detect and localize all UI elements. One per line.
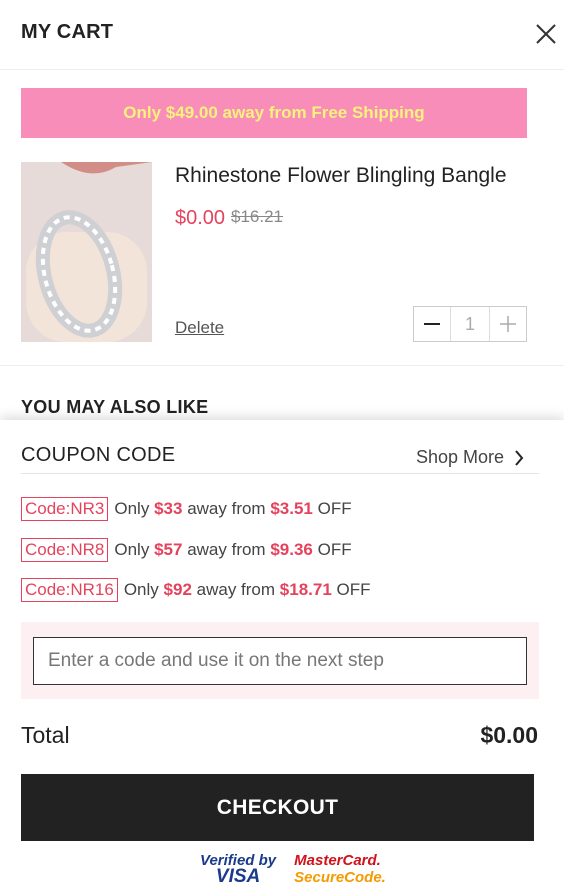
coupon-code-input[interactable] — [33, 637, 527, 685]
coupon-code[interactable]: Code:NR16 — [21, 578, 118, 602]
coupon-row: Code:NR8 Only $57 away from $9.36 OFF — [21, 538, 352, 562]
coupon-title: COUPON CODE — [21, 444, 176, 466]
coupon-amount: $92 — [163, 580, 192, 599]
free-shipping-text: Only $49.00 away from Free Shipping — [123, 103, 425, 122]
divider — [21, 473, 539, 474]
total-label: Total — [21, 722, 70, 748]
product-image[interactable] — [21, 162, 152, 342]
increase-button[interactable] — [490, 307, 526, 341]
shop-more-label: Shop More — [416, 447, 505, 467]
minus-icon — [424, 323, 440, 325]
coupon-discount: $9.36 — [270, 540, 313, 559]
coupon-text: OFF — [336, 580, 371, 599]
coupon-discount: $18.71 — [279, 580, 332, 599]
free-shipping-banner: Only $49.00 away from Free Shipping — [21, 88, 527, 138]
cart-title: MY CART — [21, 21, 114, 43]
coupon-text: OFF — [317, 540, 352, 559]
coupon-row: Code:NR16 Only $92 away from $18.71 OFF — [21, 578, 371, 602]
plus-icon — [500, 316, 516, 332]
sale-price: $0.00 — [175, 207, 226, 229]
coupon-discount: $3.51 — [270, 499, 313, 518]
coupon-text: Only — [123, 580, 159, 599]
quantity-value[interactable]: 1 — [450, 307, 490, 341]
quantity-stepper: 1 — [413, 306, 527, 342]
payment-badges: Verified by VISA MasterCard. SecureCode. — [200, 853, 386, 886]
cart-header: MY CART — [0, 0, 564, 70]
coupon-text: Only — [114, 499, 150, 518]
coupon-text: Only — [114, 540, 150, 559]
coupon-code[interactable]: Code:NR3 — [21, 497, 109, 521]
mc-line2: SecureCode. — [294, 869, 386, 886]
mastercard-securecode-logo: MasterCard. SecureCode. — [294, 853, 386, 885]
shop-more-link[interactable]: Shop More — [416, 447, 524, 468]
coupon-row: Code:NR3 Only $33 away from $3.51 OFF — [21, 497, 352, 521]
checkout-button[interactable]: CHECKOUT — [21, 774, 534, 841]
close-button[interactable] — [532, 20, 560, 48]
coupon-text: away from — [196, 580, 276, 599]
coupon-code[interactable]: Code:NR8 — [21, 538, 109, 562]
product-name[interactable]: Rhinestone Flower Blingling Bangle — [175, 164, 507, 188]
close-icon[interactable] — [532, 20, 560, 48]
coupon-text: OFF — [317, 499, 352, 518]
coupon-input-area — [21, 622, 539, 699]
chevron-right-icon — [515, 449, 524, 466]
coupon-amount: $57 — [154, 540, 183, 559]
decrease-button[interactable] — [414, 307, 450, 341]
total-value: $0.00 — [480, 722, 538, 748]
divider — [0, 365, 564, 366]
coupon-text: away from — [187, 499, 266, 518]
coupon-checkout-panel: COUPON CODE Shop More Code:NR3 Only $33 … — [0, 420, 564, 888]
also-like-heading: YOU MAY ALSO LIKE — [21, 397, 209, 417]
visa-line2: VISA — [215, 866, 261, 887]
verified-by-visa-logo: Verified by VISA — [200, 853, 276, 886]
original-price: $16.21 — [231, 207, 283, 226]
delete-link[interactable]: Delete — [175, 318, 224, 338]
mc-line1: MasterCard. — [294, 852, 381, 869]
coupon-amount: $33 — [154, 499, 183, 518]
coupon-text: away from — [187, 540, 266, 559]
